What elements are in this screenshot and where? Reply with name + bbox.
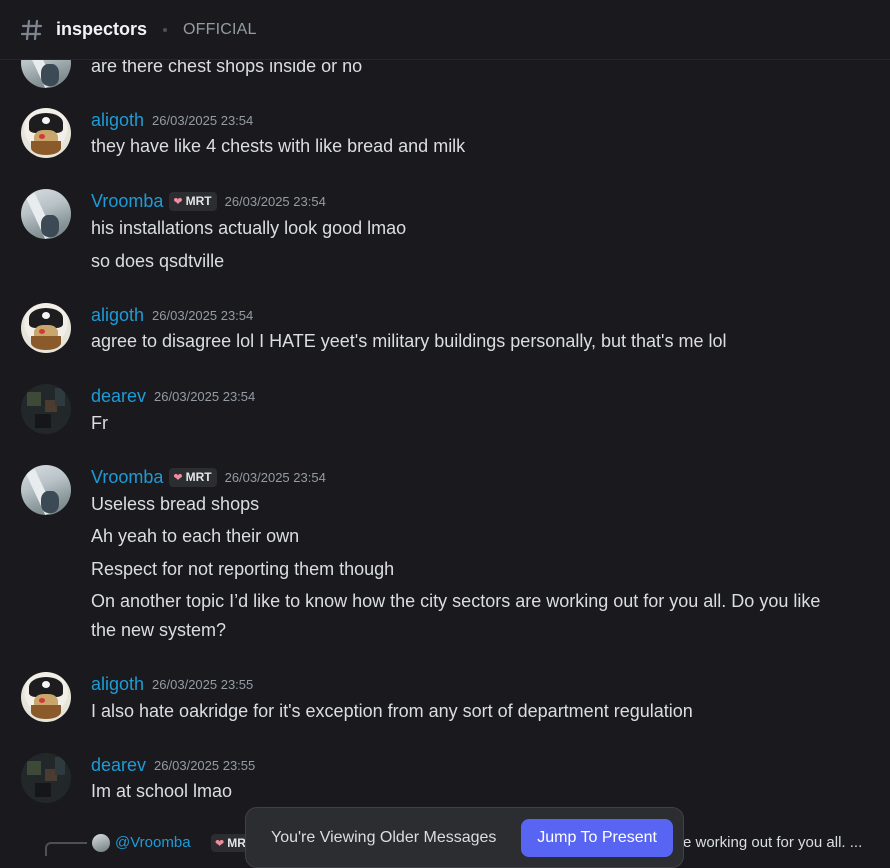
channel-header: inspectors OFFICIAL [0, 0, 890, 60]
message-timestamp: 26/03/2025 23:54 [224, 193, 326, 209]
message-timestamp: 26/03/2025 23:55 [154, 757, 256, 773]
avatar[interactable] [21, 753, 71, 803]
message-text: the new system? [91, 620, 227, 640]
message-timestamp: 26/03/2025 23:54 [152, 307, 254, 323]
message-timestamp: 26/03/2025 23:54 [154, 388, 256, 404]
avatar[interactable] [21, 303, 71, 353]
message-text: Respect for not reporting them though [91, 559, 395, 579]
avatar[interactable] [21, 672, 71, 722]
message-timestamp: 26/03/2025 23:54 [224, 469, 326, 485]
message-text: they have like 4 chests with like bread … [91, 136, 466, 156]
older-messages-text: You're Viewing Older Messages [271, 828, 497, 846]
message-text: Ah yeah to each their own [91, 526, 300, 546]
username[interactable]: aligoth [91, 674, 144, 695]
message-text: his installations actually look good lma… [91, 218, 407, 238]
jump-to-present-button[interactable]: Jump To Present [521, 819, 673, 857]
separator-dot [163, 27, 168, 32]
message-text: Useless bread shops [91, 494, 260, 514]
channel-topic[interactable]: OFFICIAL [183, 21, 257, 39]
message-text: I also hate oakridge for it's exception … [91, 701, 693, 721]
username[interactable]: aligoth [91, 110, 144, 131]
avatar[interactable] [21, 465, 71, 515]
message-timestamp: 26/03/2025 23:54 [152, 112, 254, 128]
avatar[interactable] [21, 189, 71, 239]
heart-icon: ❤ [173, 471, 183, 484]
message-text: Fr [91, 413, 108, 433]
message-timestamp: 26/03/2025 23:55 [152, 676, 254, 692]
channel-hash-icon [20, 19, 43, 40]
message-text: agree to disagree lol I HATE yeet's mili… [91, 331, 727, 351]
username[interactable]: aligoth [91, 305, 144, 326]
heart-icon: ❤ [173, 195, 183, 208]
reply-text: e working out for you all. ... [683, 834, 863, 851]
older-messages-bar: You're Viewing Older Messages Jump To Pr… [245, 807, 684, 868]
username[interactable]: dearev [91, 386, 146, 407]
heart-icon: ❤ [215, 837, 225, 850]
role-badge[interactable]: ❤ MRT [169, 191, 217, 211]
avatar[interactable] [21, 384, 71, 434]
username[interactable]: Vroomba [91, 467, 163, 488]
role-badge-label: MRT [185, 194, 212, 208]
role-badge[interactable]: ❤ MRT [169, 467, 217, 487]
avatar[interactable] [21, 108, 71, 158]
reply-username[interactable]: @Vroomba [115, 834, 191, 851]
message-text: so does qsdtville [91, 251, 225, 271]
channel-name: inspectors [56, 19, 148, 39]
avatar [92, 834, 110, 852]
reply-spine [45, 842, 87, 856]
username[interactable]: Vroomba [91, 191, 163, 212]
username[interactable]: dearev [91, 755, 146, 776]
role-badge-label: MRT [185, 470, 212, 484]
message-text: On another topic I’d like to know how th… [91, 591, 821, 611]
message-text: Im at school lmao [91, 781, 233, 801]
message-list: are there chest shops inside or no aligo… [0, 0, 890, 868]
